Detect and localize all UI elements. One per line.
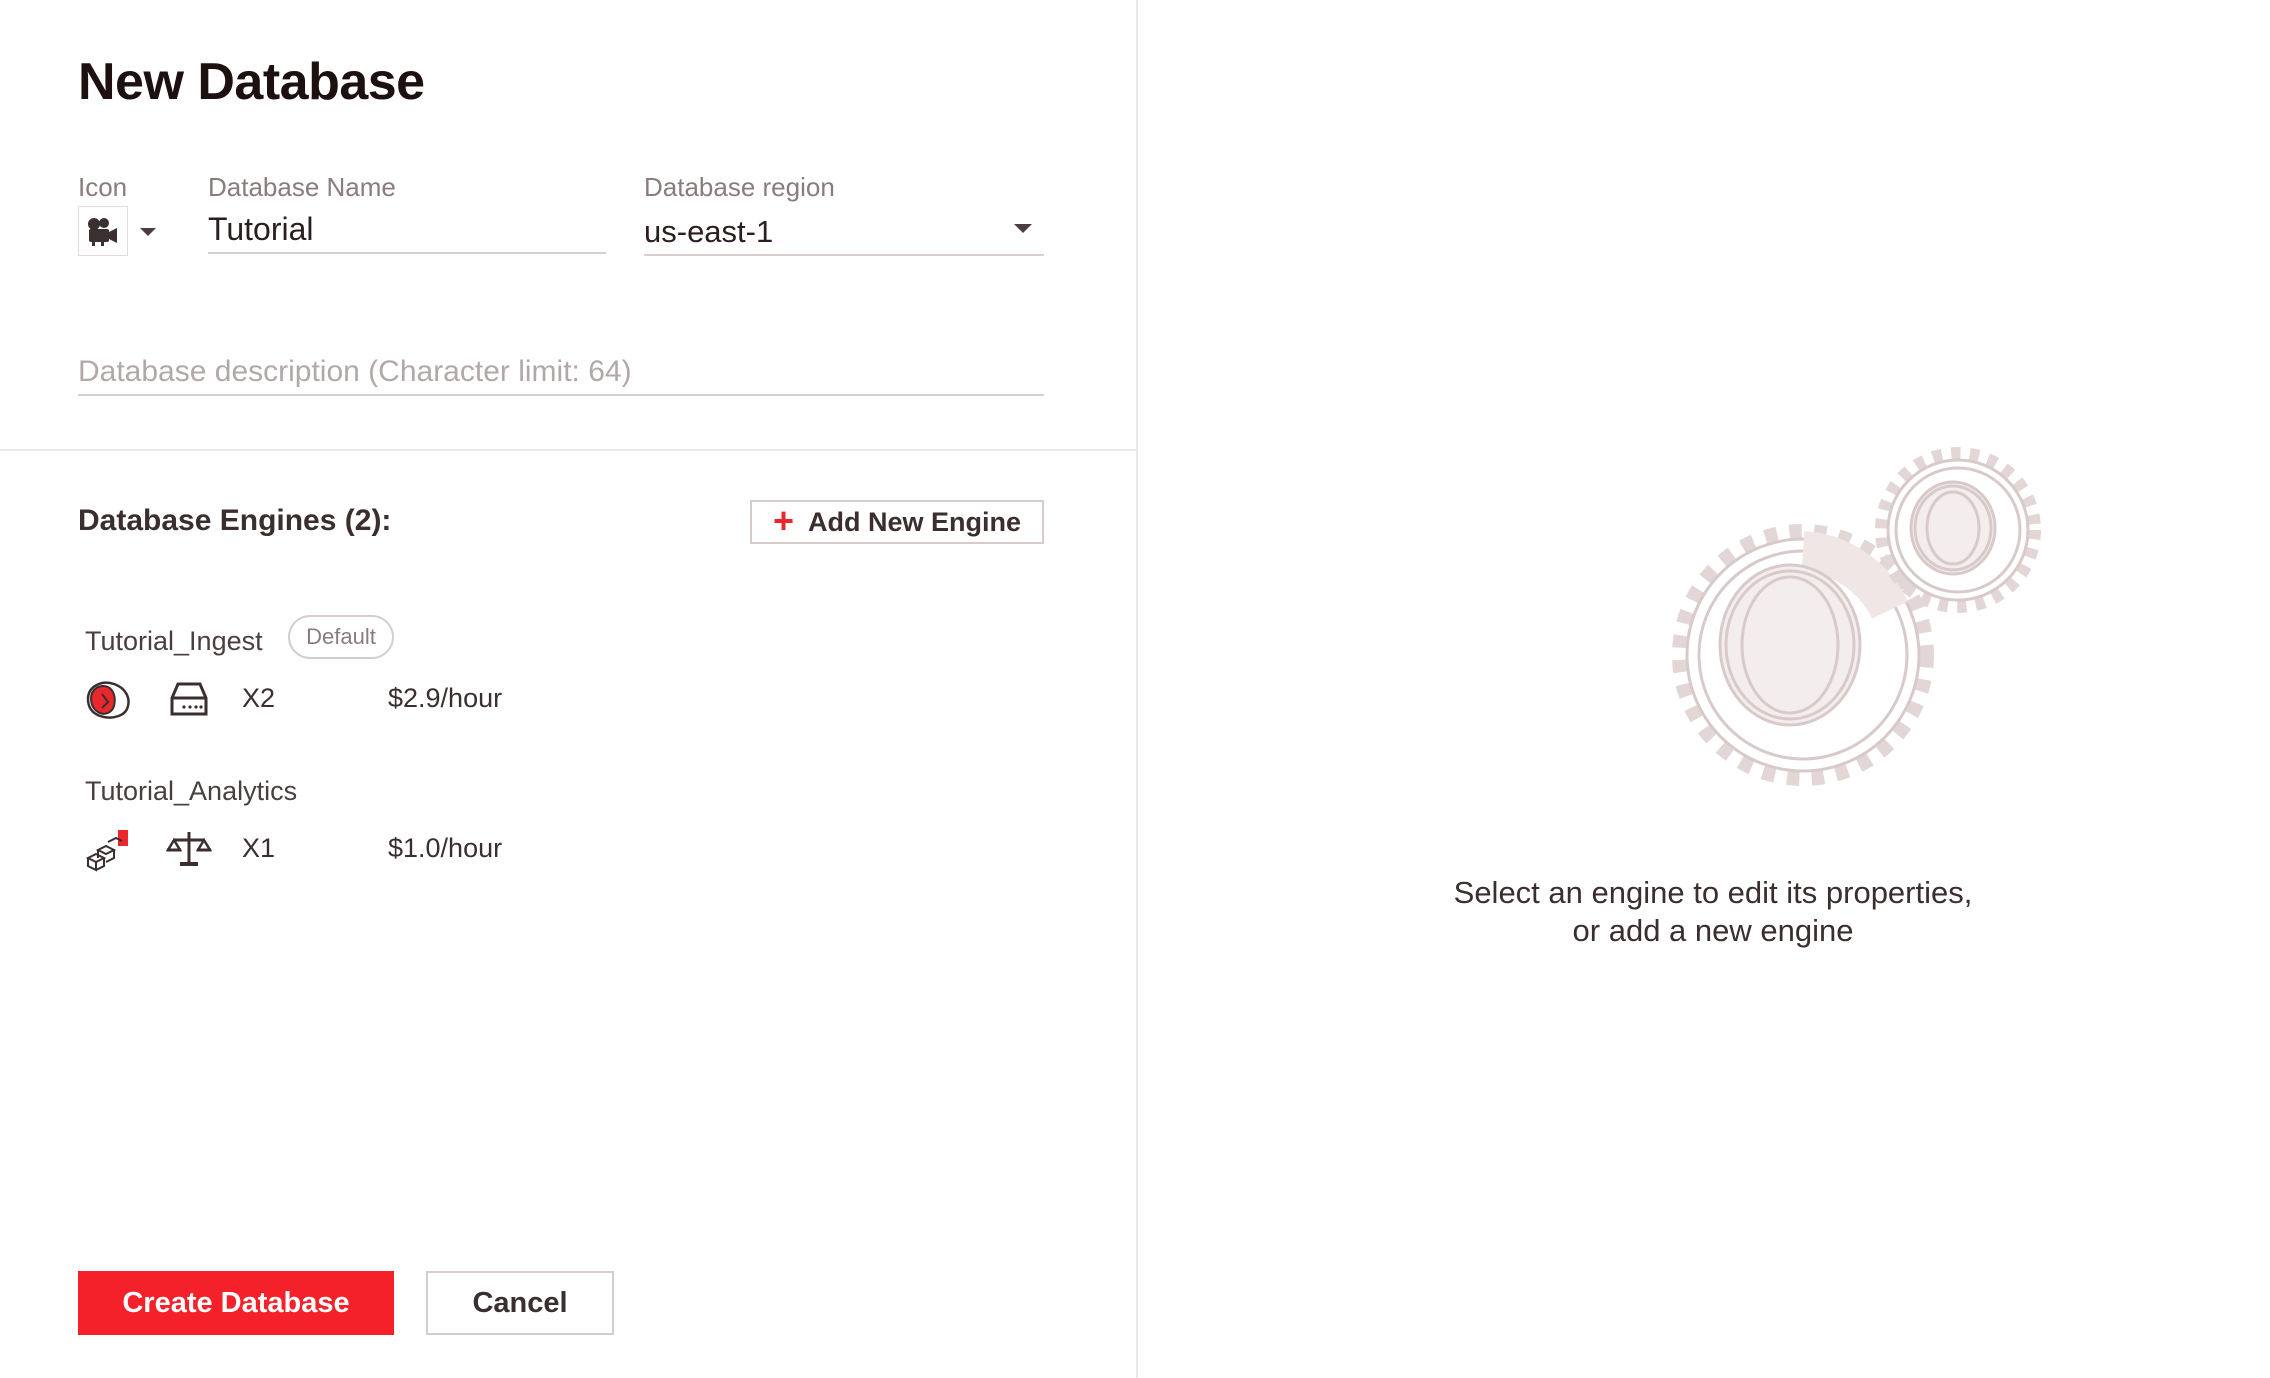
spec-ingest-icon (86, 681, 130, 719)
add-new-engine-button[interactable]: + Add New Engine (750, 500, 1044, 544)
icon-picker-chevron-down-icon[interactable] (140, 228, 156, 236)
new-database-form-panel: New Database Icon Database Name Database… (0, 0, 1136, 1378)
engine-scale: X2 (242, 683, 276, 713)
default-badge: Default (288, 615, 394, 659)
spec-analytics-cubes-icon (85, 830, 128, 872)
database-region-label: Database region (644, 172, 835, 202)
video-camera-icon (88, 218, 117, 246)
icon-picker[interactable] (78, 206, 128, 256)
empty-state-message: Select an engine to edit its properties,… (1388, 874, 2038, 950)
section-divider (0, 449, 1136, 451)
engine-price: $2.9/hour (388, 683, 503, 713)
database-name-label: Database Name (208, 172, 396, 202)
create-database-button[interactable]: Create Database (78, 1271, 394, 1335)
icon-label: Icon (78, 172, 128, 202)
page-title: New Database (78, 53, 425, 111)
database-description-input[interactable] (78, 350, 1044, 396)
database-engines-title: Database Engines (2): (78, 504, 392, 537)
database-name-input[interactable] (208, 206, 606, 254)
database-region-select[interactable]: us-east-1 (644, 206, 1044, 256)
storage-drive-icon (170, 682, 208, 716)
engine-properties-panel: Select an engine to edit its properties,… (1138, 0, 2270, 1378)
plus-icon: + (772, 499, 794, 541)
add-new-engine-label: Add New Engine (808, 506, 1022, 537)
cancel-button[interactable]: Cancel (426, 1271, 614, 1335)
empty-state-line-1: Select an engine to edit its properties, (1453, 875, 1973, 910)
engine-name: Tutorial_Ingest (85, 626, 263, 656)
region-value: us-east-1 (644, 214, 774, 249)
balance-scale-icon (165, 832, 213, 866)
chevron-down-icon (1014, 224, 1032, 233)
engine-price: $1.0/hour (388, 833, 503, 863)
empty-state-line-2: or add a new engine (1572, 913, 1854, 948)
engine-name: Tutorial_Analytics (85, 776, 298, 806)
gears-illustration-icon (1672, 447, 2041, 786)
engine-scale: X1 (242, 833, 276, 863)
